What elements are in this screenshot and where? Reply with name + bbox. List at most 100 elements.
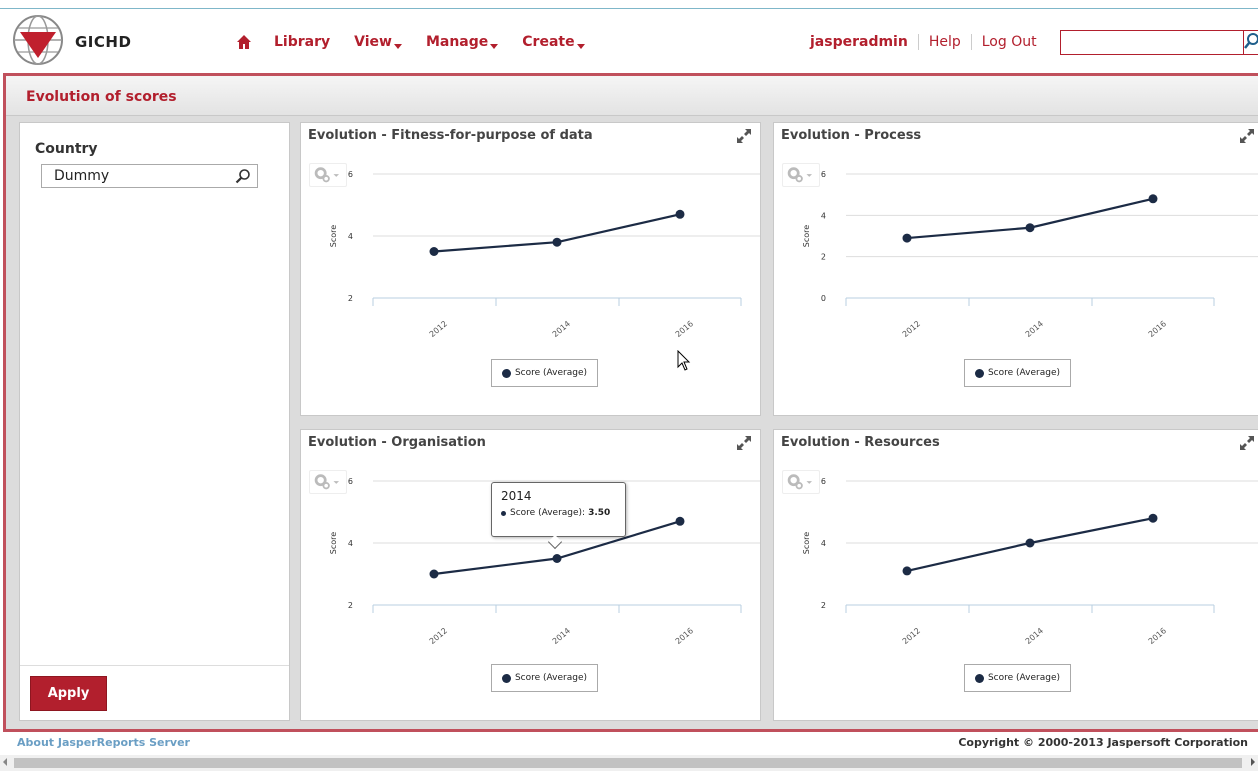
data-point[interactable]: [675, 209, 685, 219]
country-label: Country: [35, 141, 98, 157]
expand-icon[interactable]: [1239, 435, 1255, 451]
horizontal-scrollbar[interactable]: [0, 755, 1258, 771]
nav-manage-label: Manage: [425, 34, 489, 50]
nav-view[interactable]: View: [354, 34, 402, 50]
scroll-left-arrow-icon[interactable]: [3, 758, 7, 766]
expand-icon[interactable]: [736, 128, 752, 144]
y-tick-label: 6: [348, 477, 353, 486]
logout-link[interactable]: Log Out: [972, 34, 1047, 50]
nav-create-label: Create: [522, 34, 575, 50]
chart-tooltip: 2014 Score (Average): 3.50: [491, 482, 626, 550]
search-icon[interactable]: [235, 168, 251, 184]
apply-button[interactable]: Apply: [30, 676, 107, 711]
x-tick-label: 2016: [1147, 319, 1168, 339]
filter-panel: Country Dummy Apply: [19, 122, 290, 721]
nav-library-label: Library: [274, 34, 331, 50]
y-tick-label: 0: [821, 294, 826, 303]
nav-manage[interactable]: Manage: [425, 34, 499, 50]
page-title: Evolution of scores: [26, 89, 177, 105]
x-tick-label: 2012: [428, 626, 449, 646]
data-point[interactable]: [902, 233, 912, 243]
legend-dot: [501, 368, 511, 378]
data-point[interactable]: [429, 569, 439, 579]
data-point[interactable]: [902, 566, 912, 576]
y-tick-label: 4: [348, 232, 353, 241]
tooltip-row: Score (Average): 3.50: [501, 508, 616, 518]
tooltip-series-dot: [501, 510, 506, 516]
x-tick-label: 2012: [901, 319, 922, 339]
scroll-right-arrow-icon[interactable]: [1251, 758, 1255, 766]
y-tick-label: 6: [348, 170, 353, 179]
global-search-button[interactable]: [1243, 30, 1258, 55]
gear-icon[interactable]: [309, 163, 347, 187]
tooltip-value: 3.50: [588, 508, 611, 518]
chart-legend[interactable]: Score (Average): [491, 664, 598, 692]
chart-title: Evolution - Resources: [781, 435, 940, 450]
nav-view-label: View: [354, 34, 392, 50]
gear-icon[interactable]: [309, 470, 347, 494]
data-point[interactable]: [429, 247, 439, 256]
chart-legend[interactable]: Score (Average): [964, 664, 1071, 692]
x-tick-label: 2016: [1147, 626, 1168, 646]
x-tick-label: 2014: [1024, 319, 1045, 339]
top-accent-line: [0, 0, 1258, 9]
tooltip-year: 2014: [501, 489, 532, 503]
legend-dot: [974, 673, 984, 683]
x-tick-label: 2014: [551, 626, 572, 646]
y-tick-label: 4: [821, 211, 826, 220]
chart-title: Evolution - Fitness-for-purpose of data: [308, 128, 593, 143]
filter-footer-divider: [20, 665, 289, 666]
nav-library[interactable]: Library: [274, 34, 330, 50]
caret-down-icon: [490, 44, 499, 49]
user-area: jasperadmin Help Log Out: [810, 34, 1047, 50]
chart-card-organisation: 2 4 6 Score 2012 2014 2016 2014 Score (Average…: [300, 429, 761, 721]
gear-icon[interactable]: [782, 470, 820, 494]
legend-label: Score (Average): [987, 673, 1061, 683]
data-point[interactable]: [1025, 223, 1035, 233]
help-link[interactable]: Help: [919, 34, 972, 50]
logo-text: GICHD: [75, 33, 132, 51]
search-icon: [1244, 33, 1258, 49]
main-nav: Library View Manage Create: [236, 34, 609, 50]
y-tick-label: 6: [821, 170, 826, 179]
gichd-logo: [13, 15, 63, 65]
legend-dot: [974, 368, 984, 378]
legend-label: Score (Average): [514, 368, 588, 378]
about-link[interactable]: About JasperReports Server: [17, 736, 190, 749]
country-value: Dummy: [54, 168, 110, 184]
global-search-input[interactable]: [1060, 30, 1244, 55]
scrollbar-thumb[interactable]: [14, 758, 1242, 768]
x-tick-label: 2012: [901, 626, 922, 646]
copyright-text: Copyright © 2000-2013 Jaspersoft Corpora…: [958, 736, 1248, 749]
data-point[interactable]: [1148, 194, 1158, 204]
user-name-link[interactable]: jasperadmin: [810, 34, 919, 50]
mouse-cursor-icon: [677, 350, 691, 371]
country-field[interactable]: Dummy: [41, 164, 258, 188]
data-point[interactable]: [552, 237, 562, 247]
y-axis-label: Score: [802, 532, 811, 554]
caret-down-icon: [393, 44, 402, 49]
data-point[interactable]: [552, 554, 562, 563]
home-icon[interactable]: [236, 34, 252, 50]
legend-label: Score (Average): [987, 368, 1061, 378]
data-point[interactable]: [1025, 538, 1035, 548]
data-point[interactable]: [675, 516, 685, 526]
y-tick-label: 6: [821, 477, 826, 486]
header: GICHD Library View Manage Create jaspera…: [0, 10, 1258, 73]
tooltip-series-label: Score (Average):: [510, 508, 586, 518]
chart-card-resources: 2 4 6 Score 2012 2014 2016 Evolution - Resource…: [773, 429, 1258, 721]
expand-icon[interactable]: [1239, 128, 1255, 144]
nav-create[interactable]: Create: [522, 34, 585, 50]
footer: About JasperReports Server Copyright © 2…: [0, 734, 1258, 754]
chart-card-process: 0 2 4 6 Score 2012 2014 2016 Evolution - Process…: [773, 122, 1258, 416]
gear-icon[interactable]: [782, 163, 820, 187]
y-tick-label: 4: [821, 539, 826, 548]
chart-legend[interactable]: Score (Average): [491, 359, 598, 387]
x-tick-label: 2016: [674, 319, 695, 339]
y-tick-label: 4: [348, 539, 353, 548]
expand-icon[interactable]: [736, 435, 752, 451]
legend-label: Score (Average): [514, 673, 588, 683]
chart-legend[interactable]: Score (Average): [964, 359, 1071, 387]
data-point[interactable]: [1148, 513, 1158, 523]
x-tick-label: 2016: [674, 626, 695, 646]
